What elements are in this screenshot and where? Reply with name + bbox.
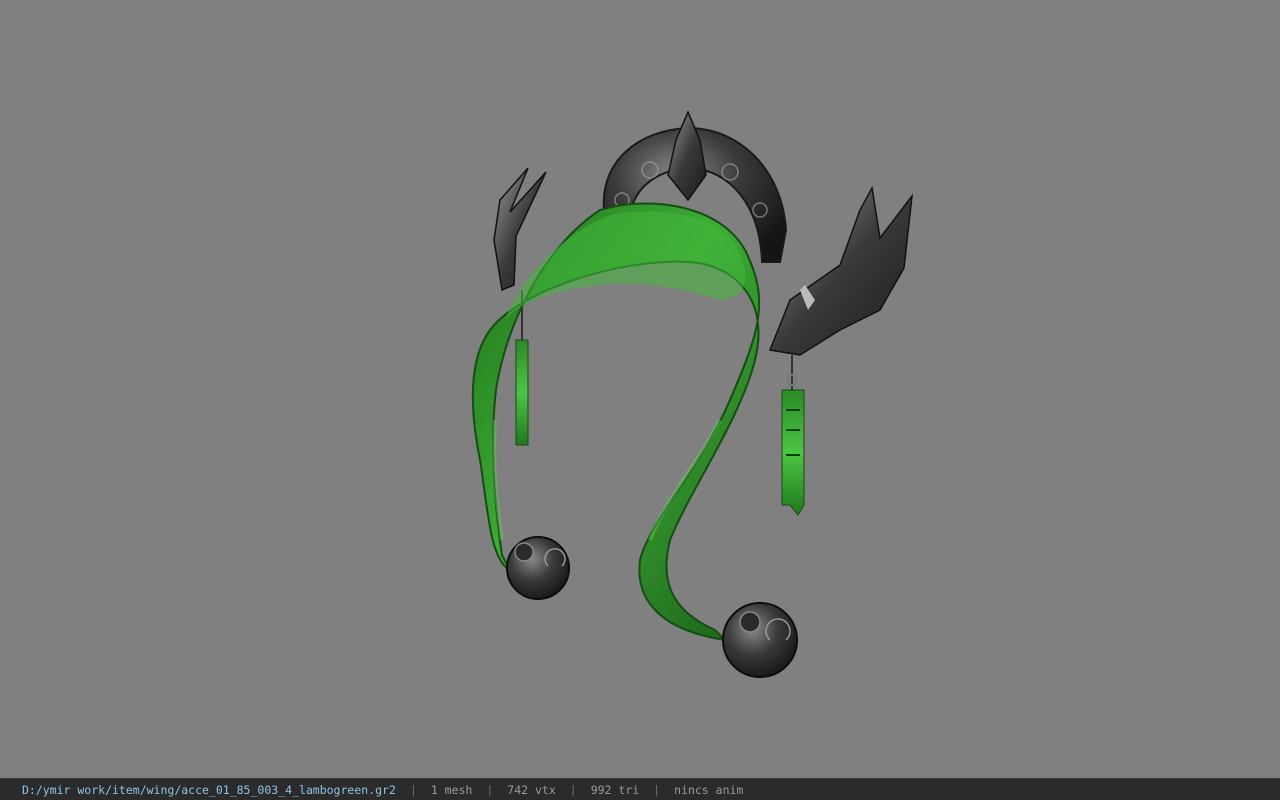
triangle-count: 992 tri [590,782,640,797]
left-sphere-ornament [506,536,570,600]
right-sphere-ornament [722,602,798,678]
status-bar: D:/ymir work/item/wing/acce_01_85_003_4_… [0,778,1280,800]
3d-viewport[interactable] [0,0,1280,778]
right-dragon-ornament [768,185,914,516]
separator: | [653,782,661,797]
model-render [471,110,914,678]
mesh-count: 1 mesh [430,782,473,797]
animation-status: nincs anim [674,782,744,797]
vertex-count: 742 vtx [507,782,556,797]
separator: | [486,782,494,797]
separator: | [409,782,417,797]
separator: | [569,782,577,797]
file-path: D:/ymir work/item/wing/acce_01_85_003_4_… [22,782,396,797]
